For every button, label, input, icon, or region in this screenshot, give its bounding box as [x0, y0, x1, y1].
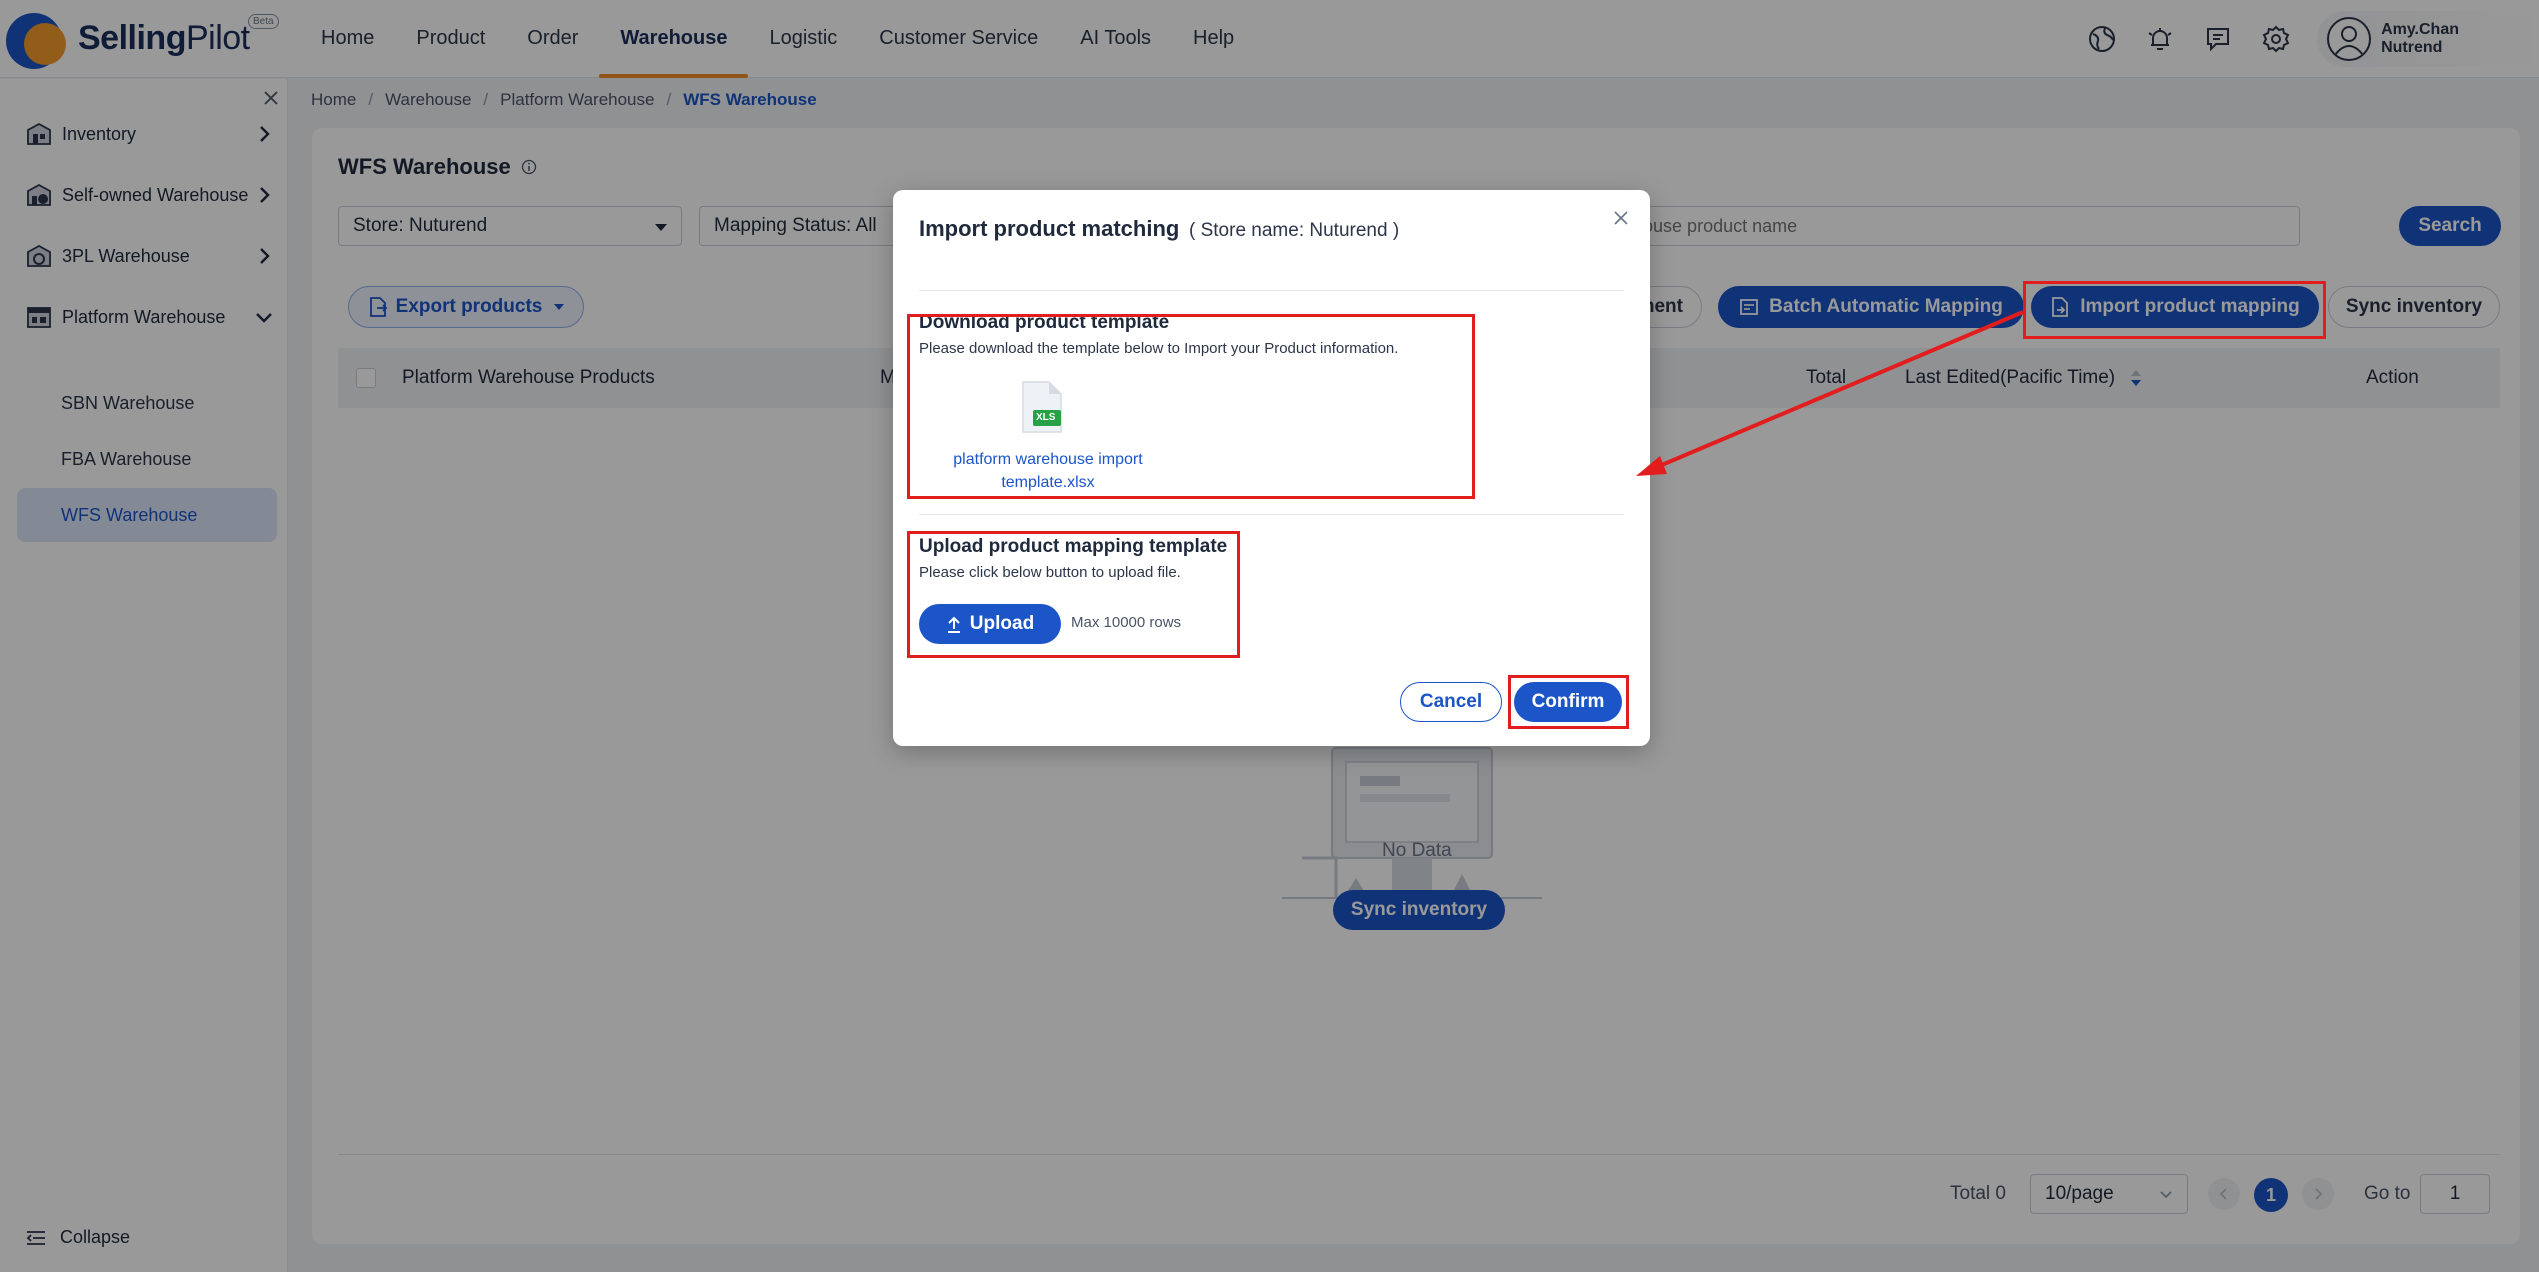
download-section-title: Download product template: [919, 312, 1170, 333]
upload-section-desc: Please click below button to upload file…: [919, 564, 1181, 581]
modal-store-name: ( Store name: Nuturend ): [1189, 220, 1400, 241]
divider: [919, 514, 1624, 515]
upload-section-title: Upload product mapping template: [919, 536, 1228, 557]
upload-icon: [947, 616, 960, 633]
download-section-desc: Please download the template below to Im…: [919, 340, 1399, 357]
confirm-button[interactable]: Confirm: [1514, 682, 1622, 722]
divider: [919, 290, 1624, 291]
xls-file-icon[interactable]: XLS: [1019, 380, 1065, 434]
import-product-matching-dialog: Import product matching ( Store name: Nu…: [893, 190, 1650, 746]
modal-title: Import product matching: [919, 216, 1180, 241]
cancel-button[interactable]: Cancel: [1400, 682, 1502, 722]
file-badge: XLS: [1036, 412, 1056, 423]
max-rows-hint: Max 10000 rows: [1071, 614, 1182, 631]
template-download-link[interactable]: platform warehouse import template.xlsx: [933, 448, 1163, 494]
upload-button[interactable]: Upload: [919, 604, 1061, 644]
close-icon[interactable]: [1609, 206, 1633, 230]
